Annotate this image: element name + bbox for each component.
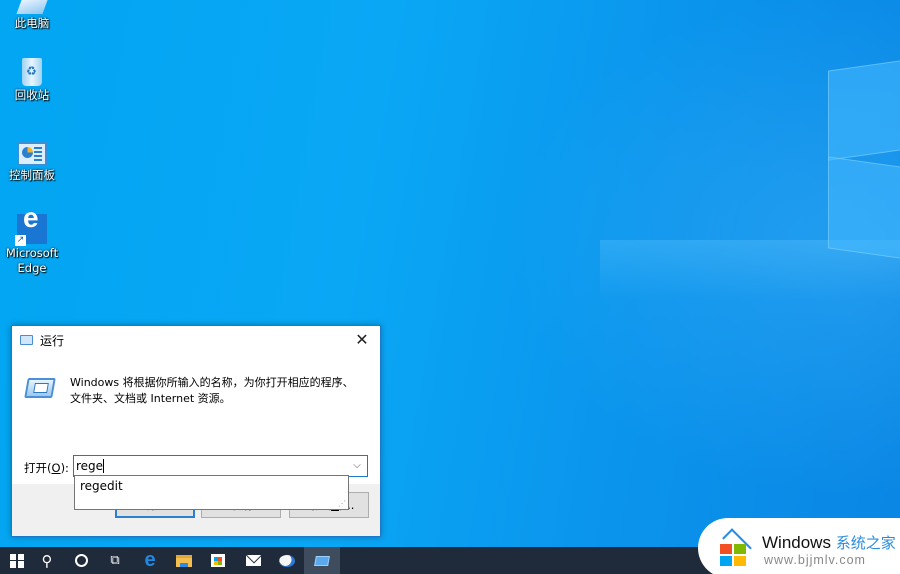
close-button[interactable]: ✕ bbox=[344, 326, 380, 354]
watermark-title-en: Windows bbox=[762, 533, 831, 552]
watermark-url: www.bjjmlv.com bbox=[764, 553, 866, 567]
open-label-accel: O bbox=[51, 461, 61, 475]
task-view-button[interactable]: ⧉ bbox=[98, 547, 132, 574]
search-icon: ⚲ bbox=[41, 551, 53, 570]
taskbar-run[interactable] bbox=[304, 547, 340, 574]
dialog-body: Windows 将根据你所输入的名称，为你打开相应的程序、 文件夹、文档或 In… bbox=[12, 354, 380, 510]
dialog-title: 运行 bbox=[40, 334, 65, 348]
mail-icon bbox=[245, 555, 261, 566]
search-button[interactable]: ⚲ bbox=[30, 547, 64, 574]
remote-desktop-icon bbox=[279, 554, 295, 567]
wallpaper-logo-pane bbox=[828, 59, 900, 161]
autocomplete-item[interactable]: regedit bbox=[80, 479, 123, 493]
open-label-prefix: 打开( bbox=[24, 461, 52, 475]
desktop-icon-control-panel[interactable]: 控制面板 bbox=[0, 138, 64, 183]
store-icon bbox=[211, 554, 225, 567]
folder-icon bbox=[176, 554, 192, 567]
wallpaper-logo-pane bbox=[828, 156, 900, 260]
taskbar-store[interactable] bbox=[201, 547, 235, 574]
task-view-icon: ⧉ bbox=[110, 553, 120, 568]
recycle-bin-icon bbox=[22, 58, 42, 86]
desktop-icon-label: 回收站 bbox=[14, 88, 50, 102]
desktop-icon-label: Microsoft Edge bbox=[5, 246, 59, 275]
desktop-icon-edge[interactable]: Microsoft Edge bbox=[0, 210, 64, 276]
cortana-button[interactable] bbox=[64, 547, 98, 574]
description-line: 文件夹、文档或 Internet 资源。 bbox=[70, 392, 231, 405]
open-label-suffix: ): bbox=[60, 461, 69, 475]
control-panel-icon bbox=[17, 142, 47, 166]
dialog-titlebar[interactable]: 运行 ✕ bbox=[12, 326, 380, 354]
open-input[interactable] bbox=[76, 457, 346, 475]
desktop-icon-label: 控制面板 bbox=[9, 168, 55, 182]
edge-icon: e bbox=[144, 549, 156, 571]
taskbar-remote-desktop[interactable] bbox=[270, 547, 304, 574]
watermark-title: Windows 系统之家 bbox=[762, 532, 896, 553]
run-icon bbox=[314, 555, 330, 566]
cortana-icon bbox=[74, 554, 88, 567]
dialog-description: Windows 将根据你所输入的名称，为你打开相应的程序、 文件夹、文档或 In… bbox=[70, 375, 370, 407]
taskbar-mail[interactable] bbox=[236, 547, 270, 574]
run-icon bbox=[20, 335, 33, 345]
desktop-icon-label: 此电脑 bbox=[14, 16, 50, 30]
desktop-icon-recycle-bin[interactable]: 回收站 bbox=[0, 58, 64, 103]
windows-logo-icon bbox=[10, 553, 24, 568]
taskbar-file-explorer[interactable] bbox=[167, 547, 201, 574]
resize-grip-icon[interactable]: ⋰ bbox=[338, 499, 346, 508]
run-dialog: 运行 ✕ Windows 将根据你所输入的名称，为你打开相应的程序、 文件夹、文… bbox=[11, 325, 381, 537]
watermark: Windows 系统之家 www.bjjmlv.com bbox=[698, 518, 900, 574]
open-label: 打开(O): bbox=[24, 460, 69, 476]
taskbar-edge[interactable]: e bbox=[133, 547, 167, 574]
watermark-logo-icon bbox=[712, 528, 752, 566]
chevron-down-icon[interactable]: ⌵ bbox=[350, 458, 364, 474]
autocomplete-list: regedit ⋰ bbox=[74, 475, 349, 510]
watermark-title-cn: 系统之家 bbox=[835, 535, 896, 552]
open-combobox[interactable]: ⌵ bbox=[73, 455, 368, 477]
edge-icon bbox=[15, 210, 47, 246]
run-program-icon bbox=[24, 378, 56, 398]
desktop-icon-this-pc[interactable]: 此电脑 bbox=[0, 0, 64, 31]
this-pc-icon bbox=[16, 0, 48, 14]
text-caret bbox=[103, 459, 104, 473]
start-button[interactable] bbox=[0, 547, 34, 574]
description-line: Windows 将根据你所输入的名称，为你打开相应的程序、 bbox=[70, 376, 354, 389]
